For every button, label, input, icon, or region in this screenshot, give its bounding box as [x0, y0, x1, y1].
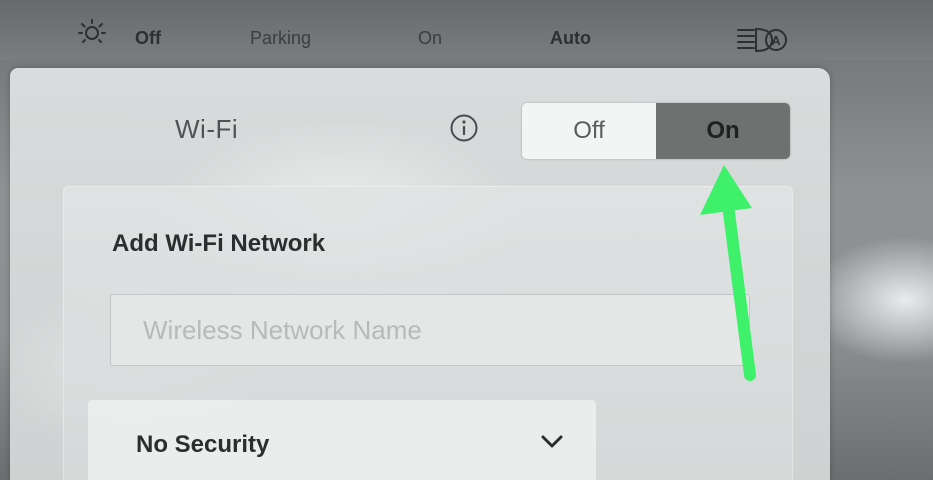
security-dropdown[interactable]: No Security	[88, 400, 596, 480]
security-selected-value: No Security	[136, 431, 270, 458]
sun-icon	[78, 19, 106, 43]
lights-off-option[interactable]: Off	[135, 28, 161, 49]
lights-auto-option[interactable]: Auto	[550, 28, 591, 49]
wifi-off-option[interactable]: Off	[522, 103, 656, 159]
vehicle-touchscreen: Off Parking On Auto A Wi-Fi Off On Add W…	[0, 0, 933, 480]
wifi-label: Wi-Fi	[175, 114, 239, 144]
add-network-title: Add Wi-Fi Network	[112, 230, 326, 257]
wifi-toggle[interactable]: Off On	[522, 103, 790, 159]
lighting-bar: Off Parking On Auto A	[0, 0, 933, 60]
info-icon[interactable]	[449, 113, 479, 143]
wifi-on-option[interactable]: On	[656, 103, 790, 159]
network-name-input[interactable]	[110, 294, 750, 366]
lights-on-option[interactable]: On	[418, 28, 442, 49]
svg-text:A: A	[771, 33, 781, 48]
auto-high-beam-icon[interactable]: A	[734, 26, 790, 56]
chevron-down-icon	[541, 435, 563, 448]
lights-parking-option[interactable]: Parking	[250, 28, 311, 49]
